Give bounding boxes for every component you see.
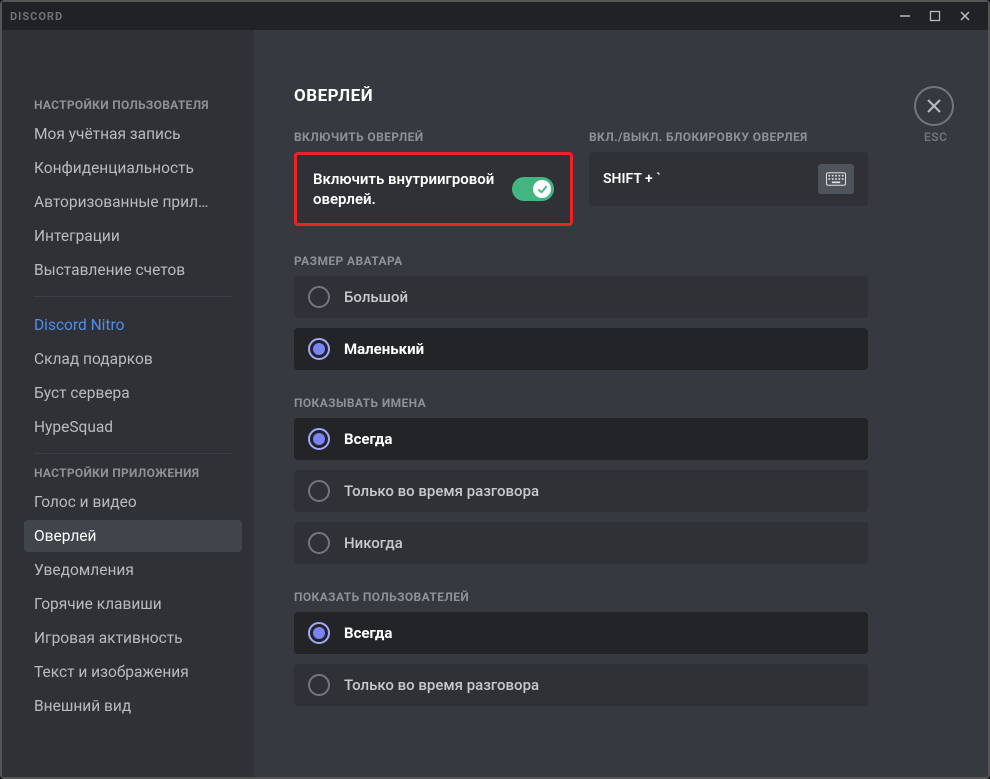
show-names-group: ПОКАЗЫВАТЬ ИМЕНА Всегда Только во время р… (294, 396, 868, 564)
show-names-header: ПОКАЗЫВАТЬ ИМЕНА (294, 396, 868, 410)
enable-overlay-label: Включить внутриигровой оверлей. (313, 169, 498, 209)
radio-option[interactable]: Всегда (294, 612, 868, 654)
sidebar-item[interactable]: Интеграции (24, 220, 242, 252)
sidebar-item[interactable]: Горячие клавиши (24, 588, 242, 620)
keyboard-icon-button[interactable] (818, 164, 854, 194)
sidebar-item[interactable]: Моя учётная запись (24, 118, 242, 150)
radio-option[interactable]: Маленький (294, 328, 868, 370)
radio-option[interactable]: Всегда (294, 418, 868, 460)
esc-label: ESC (924, 130, 947, 144)
sidebar-item[interactable]: Голос и видео (24, 486, 242, 518)
titlebar: DISCORD (2, 2, 988, 30)
section-header-app: НАСТРОЙКИ ПРИЛОЖЕНИЯ (34, 466, 242, 480)
radio-label: Маленький (344, 340, 424, 358)
hotkey-value: SHIFT + ` (603, 171, 808, 187)
radio-icon (308, 674, 330, 696)
enable-overlay-toggle[interactable] (512, 177, 554, 201)
app-name: DISCORD (10, 10, 890, 23)
window-close-button[interactable] (950, 2, 980, 30)
sidebar-item[interactable]: Уведомления (24, 554, 242, 586)
sidebar-item[interactable]: Буст сервера (24, 377, 242, 409)
radio-label: Всегда (344, 430, 392, 448)
minimize-icon (899, 10, 911, 22)
radio-icon (308, 622, 330, 644)
toggle-knob (533, 180, 551, 198)
radio-icon (308, 480, 330, 502)
radio-label: Всегда (344, 624, 392, 642)
keyboard-icon (826, 172, 846, 186)
section-header-user: НАСТРОЙКИ ПОЛЬЗОВАТЕЛЯ (34, 98, 242, 112)
window-maximize-button[interactable] (920, 2, 950, 30)
maximize-icon (929, 10, 941, 22)
overlay-top-row: ВКЛЮЧИТЬ ОВЕРЛЕЙ Включить внутриигровой … (294, 130, 868, 226)
settings-content: ОВЕРЛЕЙ ВКЛЮЧИТЬ ОВЕРЛЕЙ Включить внутри… (254, 30, 908, 777)
radio-label: Только во время разговора (344, 482, 539, 500)
radio-icon (308, 532, 330, 554)
radio-option[interactable]: Только во время разговора (294, 470, 868, 512)
radio-option[interactable]: Большой (294, 276, 868, 318)
esc-column: ESC (908, 30, 988, 777)
sidebar-item[interactable]: Оверлей (24, 520, 242, 552)
radio-icon (308, 286, 330, 308)
enable-overlay-toggle-card[interactable]: Включить внутриигровой оверлей. (294, 152, 573, 226)
radio-icon (308, 428, 330, 450)
divider (34, 296, 232, 297)
hotkey-header: ВКЛ./ВЫКЛ. БЛОКИРОВКУ ОВЕРЛЕЯ (589, 130, 868, 144)
body: НАСТРОЙКИ ПОЛЬЗОВАТЕЛЯ Моя учётная запис… (2, 30, 988, 777)
sidebar-item[interactable]: Игровая активность (24, 622, 242, 654)
sidebar-item[interactable]: HypeSquad (24, 411, 242, 443)
show-users-group: ПОКАЗАТЬ ПОЛЬЗОВАТЕЛЕЙ Всегда Только во в… (294, 590, 868, 706)
show-users-header: ПОКАЗАТЬ ПОЛЬЗОВАТЕЛЕЙ (294, 590, 868, 604)
radio-option[interactable]: Никогда (294, 522, 868, 564)
radio-label: Большой (344, 288, 408, 306)
avatar-size-group: РАЗМЕР АВАТАРА Большой Маленький (294, 254, 868, 370)
app-window: DISCORD НАСТРОЙКИ ПОЛЬЗОВАТЕЛЯ Моя учётн… (0, 0, 990, 779)
close-icon (925, 97, 943, 115)
enable-overlay-header: ВКЛЮЧИТЬ ОВЕРЛЕЙ (294, 130, 573, 144)
sidebar-item[interactable]: Внешний вид (24, 690, 242, 722)
settings-sidebar: НАСТРОЙКИ ПОЛЬЗОВАТЕЛЯ Моя учётная запис… (2, 30, 254, 777)
radio-option[interactable]: Только во время разговора (294, 664, 868, 706)
content-wrap: ОВЕРЛЕЙ ВКЛЮЧИТЬ ОВЕРЛЕЙ Включить внутри… (254, 30, 988, 777)
radio-label: Никогда (344, 534, 403, 552)
avatar-size-header: РАЗМЕР АВАТАРА (294, 254, 868, 268)
sidebar-item[interactable]: Выставление счетов (24, 254, 242, 286)
sidebar-item[interactable]: Discord Nitro (24, 309, 242, 341)
radio-label: Только во время разговора (344, 676, 539, 694)
close-settings-button[interactable] (914, 86, 954, 126)
close-icon (959, 10, 971, 22)
sidebar-item[interactable]: Склад подарков (24, 343, 242, 375)
divider (34, 453, 232, 454)
sidebar-item[interactable]: Авторизованные прил… (24, 186, 242, 218)
sidebar-item[interactable]: Конфиденциальность (24, 152, 242, 184)
overlay-lock-hotkey[interactable]: SHIFT + ` (589, 152, 868, 206)
check-icon (537, 184, 548, 195)
page-title: ОВЕРЛЕЙ (294, 86, 868, 106)
window-minimize-button[interactable] (890, 2, 920, 30)
radio-icon (308, 338, 330, 360)
sidebar-item[interactable]: Текст и изображения (24, 656, 242, 688)
